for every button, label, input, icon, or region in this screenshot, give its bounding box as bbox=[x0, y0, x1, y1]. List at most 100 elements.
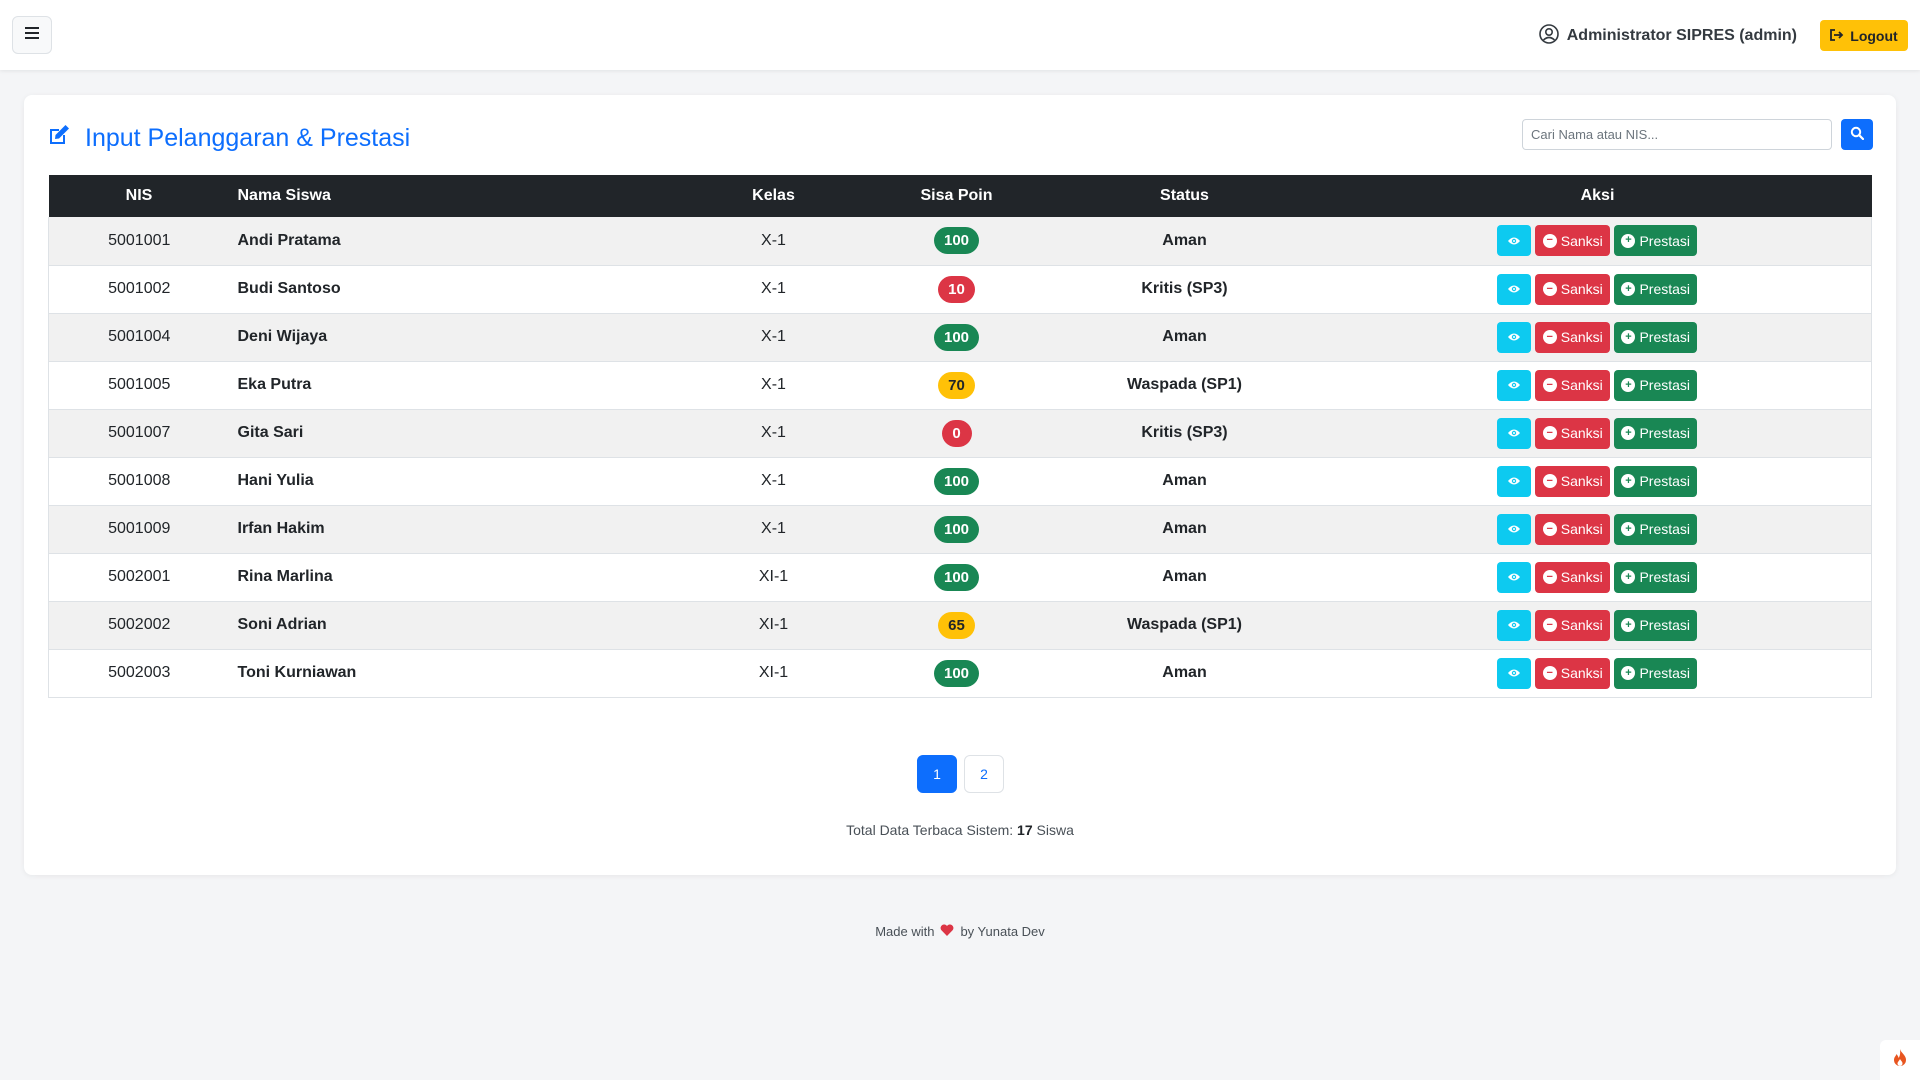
eye-icon bbox=[1507, 665, 1521, 681]
cell-aksi: − Sanksi + Prestasi bbox=[1323, 601, 1872, 650]
cell-kelas: X-1 bbox=[679, 313, 868, 362]
search-button[interactable] bbox=[1841, 119, 1873, 150]
plus-circle-icon: + bbox=[1621, 570, 1636, 584]
sanksi-label: Sanksi bbox=[1560, 281, 1603, 297]
minus-circle-icon: − bbox=[1542, 330, 1557, 344]
view-detail-button[interactable] bbox=[1497, 657, 1532, 689]
prestasi-button[interactable]: + Prestasi bbox=[1614, 561, 1698, 593]
prestasi-button[interactable]: + Prestasi bbox=[1614, 417, 1698, 449]
cell-nis: 5001009 bbox=[48, 505, 230, 554]
cell-poin: 100 bbox=[867, 217, 1046, 266]
cell-poin: 70 bbox=[867, 361, 1046, 410]
plus-circle-icon: + bbox=[1621, 522, 1636, 536]
view-detail-button[interactable] bbox=[1497, 321, 1532, 353]
user-info[interactable]: Administrator SIPRES (admin) bbox=[1538, 22, 1797, 50]
poin-badge: 100 bbox=[933, 323, 980, 351]
cell-status: Aman bbox=[1045, 553, 1324, 602]
prestasi-button[interactable]: + Prestasi bbox=[1614, 369, 1698, 401]
eye-icon bbox=[1507, 521, 1521, 537]
fire-widget-button[interactable] bbox=[1880, 1040, 1920, 1080]
cell-nis: 5001005 bbox=[48, 361, 230, 410]
cell-aksi: − Sanksi + Prestasi bbox=[1323, 553, 1872, 602]
sanksi-button[interactable]: − Sanksi bbox=[1535, 465, 1611, 497]
cell-nama: Rina Marlina bbox=[229, 553, 680, 602]
sanksi-label: Sanksi bbox=[1560, 329, 1603, 345]
cell-nis: 5001004 bbox=[48, 313, 230, 362]
prestasi-button[interactable]: + Prestasi bbox=[1614, 273, 1698, 305]
prestasi-button[interactable]: + Prestasi bbox=[1614, 609, 1698, 641]
col-header-nama: Nama Siswa bbox=[229, 175, 680, 217]
minus-circle-icon: − bbox=[1542, 618, 1557, 632]
view-detail-button[interactable] bbox=[1497, 417, 1532, 449]
sanksi-label: Sanksi bbox=[1560, 425, 1603, 441]
prestasi-button[interactable]: + Prestasi bbox=[1614, 513, 1698, 545]
sanksi-label: Sanksi bbox=[1560, 665, 1603, 681]
cell-nis: 5001001 bbox=[48, 217, 230, 266]
col-header-status: Status bbox=[1045, 175, 1324, 217]
cell-aksi: − Sanksi + Prestasi bbox=[1323, 361, 1872, 410]
prestasi-button[interactable]: + Prestasi bbox=[1614, 225, 1698, 257]
sanksi-button[interactable]: − Sanksi bbox=[1535, 417, 1611, 449]
table-row: 5001002 Budi Santoso X-1 10 Kritis (SP3)… bbox=[48, 265, 1872, 314]
sanksi-button[interactable]: − Sanksi bbox=[1535, 561, 1611, 593]
minus-circle-icon: − bbox=[1542, 570, 1557, 584]
logout-button[interactable]: Logout bbox=[1820, 20, 1908, 51]
view-detail-button[interactable] bbox=[1497, 225, 1532, 257]
cell-poin: 100 bbox=[867, 313, 1046, 362]
hamburger-menu-icon bbox=[25, 26, 39, 44]
table-row: 5001001 Andi Pratama X-1 100 Aman − Sank… bbox=[48, 217, 1872, 266]
sanksi-button[interactable]: − Sanksi bbox=[1535, 609, 1611, 641]
prestasi-label: Prestasi bbox=[1639, 377, 1691, 393]
view-detail-button[interactable] bbox=[1497, 561, 1532, 593]
cell-nama: Hani Yulia bbox=[229, 457, 680, 506]
prestasi-label: Prestasi bbox=[1639, 473, 1691, 489]
top-navbar: Administrator SIPRES (admin) Logout bbox=[0, 0, 1920, 70]
cell-status: Waspada (SP1) bbox=[1045, 601, 1324, 650]
table-row: 5001007 Gita Sari X-1 0 Kritis (SP3) − S… bbox=[48, 409, 1872, 458]
page-button-2[interactable]: 2 bbox=[964, 755, 1004, 793]
prestasi-label: Prestasi bbox=[1639, 425, 1691, 441]
edit-icon bbox=[47, 123, 71, 154]
prestasi-label: Prestasi bbox=[1639, 617, 1691, 633]
cell-kelas: XI-1 bbox=[679, 553, 868, 602]
cell-aksi: − Sanksi + Prestasi bbox=[1323, 265, 1872, 314]
search-input[interactable] bbox=[1522, 119, 1832, 150]
sanksi-button[interactable]: − Sanksi bbox=[1535, 273, 1611, 305]
view-detail-button[interactable] bbox=[1497, 609, 1532, 641]
cell-kelas: X-1 bbox=[679, 505, 868, 554]
view-detail-button[interactable] bbox=[1497, 513, 1532, 545]
cell-status: Aman bbox=[1045, 313, 1324, 362]
prestasi-button[interactable]: + Prestasi bbox=[1614, 465, 1698, 497]
table-row: 5001004 Deni Wijaya X-1 100 Aman − Sanks… bbox=[48, 313, 1872, 362]
prestasi-button[interactable]: + Prestasi bbox=[1614, 321, 1698, 353]
view-detail-button[interactable] bbox=[1497, 369, 1532, 401]
poin-badge: 0 bbox=[941, 419, 972, 447]
table-row: 5001009 Irfan Hakim X-1 100 Aman − Sanks… bbox=[48, 505, 1872, 554]
view-detail-button[interactable] bbox=[1497, 273, 1532, 305]
eye-icon bbox=[1507, 617, 1521, 633]
cell-kelas: X-1 bbox=[679, 361, 868, 410]
poin-badge: 70 bbox=[938, 371, 975, 399]
prestasi-label: Prestasi bbox=[1639, 329, 1691, 345]
col-header-kelas: Kelas bbox=[679, 175, 868, 217]
page-title: Input Pelanggaran & Prestasi bbox=[47, 120, 410, 156]
prestasi-button[interactable]: + Prestasi bbox=[1614, 657, 1698, 689]
col-header-poin: Sisa Poin bbox=[867, 175, 1046, 217]
cell-kelas: XI-1 bbox=[679, 601, 868, 650]
sanksi-button[interactable]: − Sanksi bbox=[1535, 513, 1611, 545]
sanksi-button[interactable]: − Sanksi bbox=[1535, 321, 1611, 353]
poin-badge: 100 bbox=[933, 659, 980, 687]
sanksi-label: Sanksi bbox=[1560, 617, 1603, 633]
view-detail-button[interactable] bbox=[1497, 465, 1532, 497]
search-icon bbox=[1850, 126, 1865, 143]
plus-circle-icon: + bbox=[1621, 378, 1636, 392]
sanksi-button[interactable]: − Sanksi bbox=[1535, 225, 1611, 257]
poin-badge: 100 bbox=[933, 563, 980, 591]
sanksi-label: Sanksi bbox=[1560, 521, 1603, 537]
page-button-1[interactable]: 1 bbox=[917, 755, 957, 793]
sidebar-toggle-button[interactable] bbox=[12, 16, 52, 54]
plus-circle-icon: + bbox=[1621, 426, 1636, 440]
sanksi-button[interactable]: − Sanksi bbox=[1535, 657, 1611, 689]
cell-kelas: XI-1 bbox=[679, 649, 868, 698]
sanksi-button[interactable]: − Sanksi bbox=[1535, 369, 1611, 401]
